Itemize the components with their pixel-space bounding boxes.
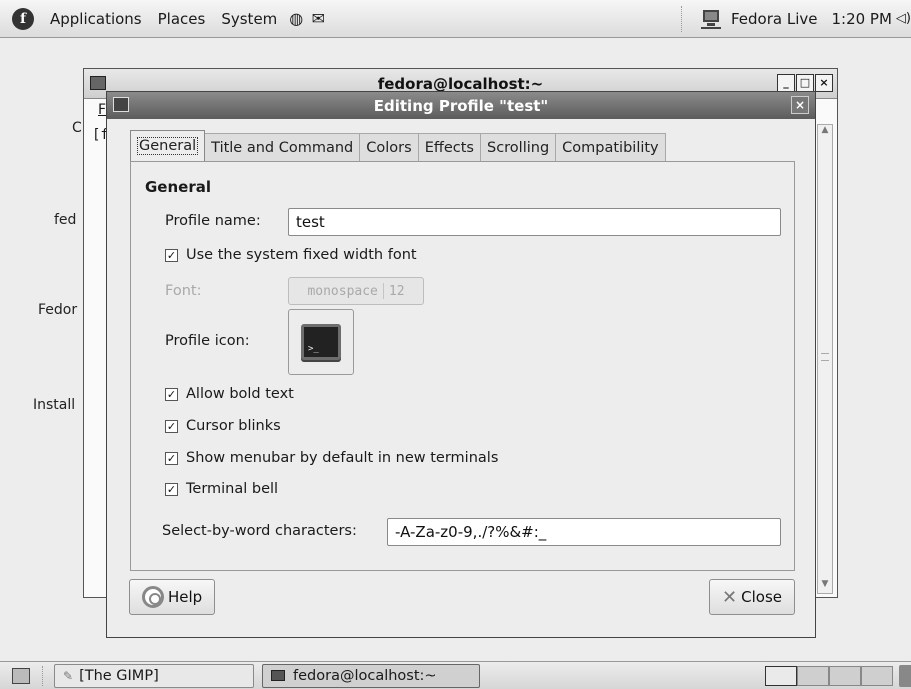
desktop-icon-label-computer[interactable]: C [72,120,82,136]
panel-separator [680,5,683,32]
font-label: Font: [165,283,202,299]
clock[interactable]: 1:20 PM [831,10,891,28]
help-button[interactable]: Help [129,579,216,615]
tab-general[interactable]: General [130,130,206,161]
taskbar-item-gimp[interactable]: ✎ [The GIMP] [54,663,254,688]
profile-icon-label: Profile icon: [165,333,250,349]
use-system-font-label: Use the system fixed width font [186,247,417,263]
cursor-blinks-checkbox[interactable]: ✓ Cursor blinks [165,418,281,434]
desktop-icon-label-home[interactable]: fed [54,212,76,228]
fedora-logo-icon[interactable]: f [12,7,34,30]
close-button[interactable]: × [815,74,833,92]
editing-profile-dialog: Editing Profile "test" × General Title a… [106,91,816,638]
profile-name-label: Profile name: [165,213,261,229]
scroll-up-arrow-icon[interactable]: ▲ [818,125,832,139]
desktop-icon-label-install[interactable]: Install [33,397,75,413]
section-heading: General [145,178,211,196]
dialog-close-icon[interactable]: × [791,96,809,114]
menu-applications[interactable]: Applications [42,0,150,38]
workspace-1[interactable] [765,666,797,686]
dialog-window-icon[interactable] [113,97,129,112]
terminal-window-icon[interactable] [90,76,106,90]
tab-compatibility[interactable]: Compatibility [555,133,666,161]
terminal-bell-checkbox[interactable]: ✓ Terminal bell [165,481,278,497]
minimize-button[interactable]: _ [777,74,795,92]
tab-effects[interactable]: Effects [417,133,481,161]
show-menubar-checkbox[interactable]: ✓ Show menubar by default in new termina… [165,450,498,466]
show-menubar-label: Show menubar by default in new terminals [186,450,499,466]
help-label: Help [168,588,203,606]
font-size: 12 [388,283,405,299]
panel-separator [42,665,44,686]
close-icon: ✕ [722,586,738,608]
word-chars-input[interactable] [387,518,781,546]
user-switcher[interactable]: Fedora Live [731,10,818,28]
font-name: monospace [307,283,378,299]
workspace-4[interactable] [861,666,893,686]
taskbar-item-label: fedora@localhost:~ [293,667,437,684]
dialog-title: Editing Profile "test" [373,96,549,115]
help-icon [142,586,164,608]
use-system-font-checkbox[interactable]: ✓ Use the system fixed width font [165,247,417,263]
checkbox-box[interactable]: ✓ [165,248,178,262]
terminal-scrollbar[interactable]: ▲ ▼ [817,124,833,594]
gimp-icon: ✎ [63,668,74,683]
checkbox-box[interactable]: ✓ [165,387,178,401]
trash-icon[interactable] [899,665,911,687]
dialog-titlebar[interactable]: Editing Profile "test" × [107,92,815,119]
email-launcher-icon[interactable]: ✉ [307,8,329,30]
taskbar-item-terminal[interactable]: fedora@localhost:~ [262,663,480,688]
word-chars-label: Select-by-word characters: [162,523,357,539]
maximize-button[interactable]: □ [796,74,814,92]
tab-scrolling[interactable]: Scrolling [479,133,557,161]
scroll-down-arrow-icon[interactable]: ▼ [818,579,832,593]
workspace-2[interactable] [797,666,829,686]
allow-bold-checkbox[interactable]: ✓ Allow bold text [165,386,294,402]
tab-title-and-command[interactable]: Title and Command [204,133,361,161]
terminal-bell-label: Terminal bell [186,481,279,497]
show-desktop-icon[interactable] [12,667,30,684]
profile-name-input[interactable] [288,208,781,236]
profile-icon-button[interactable]: >_ [288,309,354,375]
menu-system[interactable]: System [213,0,285,38]
font-separator [382,283,384,299]
terminal-title: fedora@localhost:~ [377,74,544,93]
volume-icon[interactable]: ◁) [896,11,911,26]
checkbox-box[interactable]: ✓ [165,451,178,465]
network-monitor-icon[interactable] [700,9,721,29]
close-dialog-button[interactable]: ✕ Close [709,579,795,615]
scroll-grip[interactable] [821,353,829,361]
taskbar-item-label: [The GIMP] [79,667,159,684]
web-browser-launcher-icon[interactable]: ◍ [285,8,307,30]
close-label: Close [741,588,782,606]
checkbox-box[interactable]: ✓ [165,419,178,433]
terminal-icon: >_ [301,324,341,360]
terminal-menu-file[interactable]: F [98,102,106,118]
font-picker-button: monospace 12 [288,277,424,305]
workspace-switcher [765,666,893,686]
desktop-icon-label-fedora[interactable]: Fedor [38,302,77,318]
cursor-blinks-label: Cursor blinks [186,418,281,434]
menu-places[interactable]: Places [150,0,214,38]
window-controls: _ □ × [777,74,833,92]
workspace-3[interactable] [829,666,861,686]
terminal-small-icon [271,670,285,681]
allow-bold-label: Allow bold text [186,386,294,402]
bottom-panel: ✎ [The GIMP] fedora@localhost:~ [0,661,911,689]
checkbox-box[interactable]: ✓ [165,482,178,496]
tab-colors[interactable]: Colors [359,133,419,161]
general-tab-pane: General Profile name: ✓ Use the system f… [130,161,795,571]
tab-bar: General Title and Command Colors Effects… [130,130,666,161]
top-panel: f Applications Places System ◍ ✉ Fedora … [0,0,911,38]
